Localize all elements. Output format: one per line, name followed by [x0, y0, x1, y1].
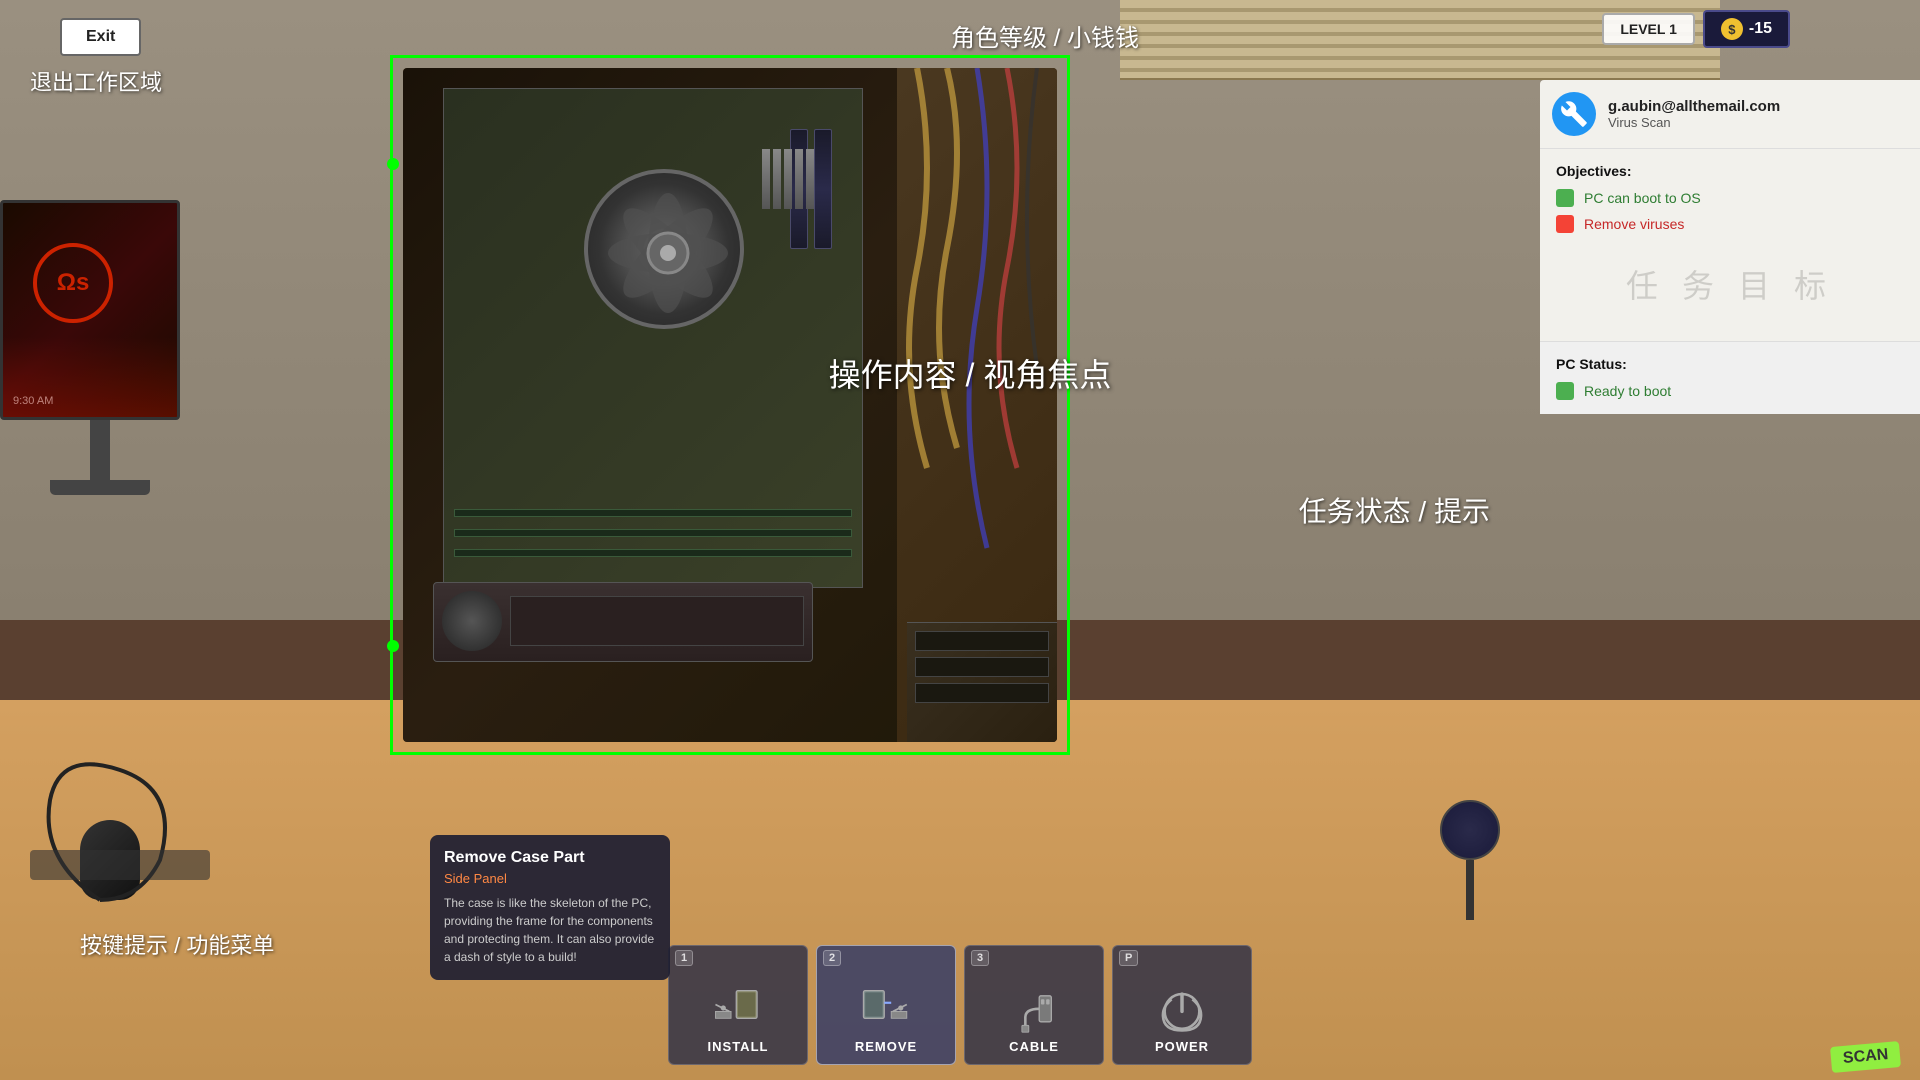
top-bar: LEVEL 1 $ -15 — [1602, 10, 1790, 48]
mission-label: 任 务 目 标 — [1556, 241, 1904, 327]
objectives-title: Objectives: — [1556, 163, 1904, 179]
left-monitor: 9:30 AM — [0, 200, 200, 500]
status-dot — [1556, 382, 1574, 400]
level-badge: LEVEL 1 — [1602, 13, 1695, 45]
monitor-screen: 9:30 AM — [0, 200, 180, 420]
status-title: PC Status: — [1556, 356, 1904, 372]
remove-label: REMOVE — [855, 1039, 917, 1054]
lamp-stand — [1466, 860, 1474, 920]
pc-case-container[interactable] — [390, 55, 1070, 755]
monitor-base — [50, 480, 150, 495]
gpu — [433, 582, 813, 662]
cpu-cooler — [584, 169, 744, 329]
panel-header: g.aubin@allthemail.com Virus Scan — [1540, 80, 1920, 149]
monitor-logo — [33, 243, 113, 323]
storage-area — [907, 622, 1057, 742]
bottom-toolbar: 1 INSTALL 2 REMOVE 3 — [0, 940, 1920, 1080]
tooltip-body: The case is like the skeleton of the PC,… — [444, 894, 656, 966]
wrench-svg — [1560, 100, 1588, 128]
toolbar-cable-button[interactable]: 3 CABLE — [964, 945, 1104, 1065]
objectives-section: Objectives: PC can boot to OS Remove vir… — [1540, 149, 1920, 342]
motherboard — [443, 88, 863, 588]
toolbar-remove-button[interactable]: 2 REMOVE — [816, 945, 956, 1065]
pc-case-inner — [403, 68, 1057, 742]
money-icon: $ — [1721, 18, 1743, 40]
money-value: -15 — [1749, 20, 1772, 38]
status-section: PC Status: Ready to boot — [1540, 342, 1920, 414]
power-label: POWER — [1155, 1039, 1209, 1054]
wrench-icon — [1552, 92, 1596, 136]
tooltip-subtitle: Side Panel — [444, 871, 656, 886]
money-badge: $ -15 — [1703, 10, 1790, 48]
cable-icon — [1008, 987, 1060, 1035]
monitor-stand — [90, 420, 110, 480]
right-panel: g.aubin@allthemail.com Virus Scan Object… — [1540, 80, 1920, 414]
status-item: Ready to boot — [1556, 382, 1904, 400]
install-label: INSTALL — [708, 1039, 769, 1054]
tooltip-title: Remove Case Part — [444, 849, 656, 867]
case-dot-tl — [387, 158, 399, 170]
objective-dot-2 — [1556, 215, 1574, 233]
exit-button[interactable]: Exit — [60, 18, 141, 56]
panel-task-type: Virus Scan — [1608, 115, 1780, 130]
key-badge-install: 1 — [675, 950, 693, 966]
tooltip-box: Remove Case Part Side Panel The case is … — [430, 835, 670, 980]
objective-item-2: Remove viruses — [1556, 215, 1904, 233]
status-text: Ready to boot — [1584, 383, 1671, 399]
toolbar-power-button[interactable]: P POWER — [1112, 945, 1252, 1065]
right-decorative-object — [1430, 800, 1510, 920]
case-dot-bl — [387, 640, 399, 652]
panel-header-text: g.aubin@allthemail.com Virus Scan — [1608, 98, 1780, 130]
objective-text-1: PC can boot to OS — [1584, 190, 1701, 206]
cable-svg — [20, 740, 200, 920]
objective-dot-1 — [1556, 189, 1574, 207]
remove-icon — [860, 987, 912, 1035]
heatsink — [762, 149, 842, 209]
label-exit-area: 退出工作区域 — [30, 65, 162, 97]
install-icon — [712, 987, 764, 1035]
power-icon — [1156, 987, 1208, 1035]
pc-internals — [403, 68, 1057, 742]
label-rank: 角色等级 / 小钱钱 — [600, 18, 1490, 53]
key-badge-cable: 3 — [971, 950, 989, 966]
lamp-head — [1440, 800, 1500, 860]
panel-email: g.aubin@allthemail.com — [1608, 98, 1780, 115]
key-badge-remove: 2 — [823, 950, 841, 966]
key-badge-power: P — [1119, 950, 1138, 966]
toolbar-install-button[interactable]: 1 INSTALL — [668, 945, 808, 1065]
fan-blades-svg — [588, 173, 748, 333]
keyboard-hint — [30, 850, 210, 880]
label-task-status: 任务状态 / 提示 — [1299, 490, 1490, 530]
objective-item-1: PC can boot to OS — [1556, 189, 1904, 207]
cable-label: CABLE — [1009, 1039, 1059, 1054]
objective-text-2: Remove viruses — [1584, 216, 1684, 232]
pcie-slots — [454, 509, 852, 557]
